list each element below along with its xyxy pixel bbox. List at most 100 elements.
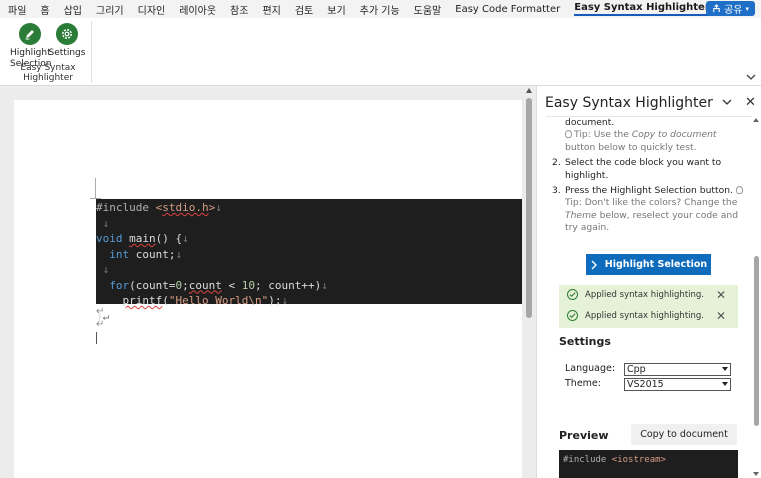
notification-text: Applied syntax highlighting. — [585, 310, 704, 321]
menu-item[interactable]: 도움말 — [414, 2, 442, 17]
scrollbar-thumb[interactable] — [526, 98, 532, 318]
document-scrollbar[interactable] — [525, 86, 533, 478]
scroll-down-arrow-icon[interactable] — [753, 472, 759, 476]
success-notification: Applied syntax highlighting. ✕ — [559, 285, 738, 304]
step3-text: Press the Highlight Selection button. — [565, 185, 749, 198]
code-line: }↵ — [96, 309, 522, 325]
close-icon[interactable]: ✕ — [745, 95, 756, 110]
theme-value: VS2015 — [627, 379, 664, 390]
menu-item[interactable]: 추가 기능 — [360, 2, 400, 17]
menu-item[interactable]: 홈 — [40, 2, 49, 17]
code-token: ( — [162, 294, 169, 307]
lightbulb-icon — [735, 186, 743, 194]
menu-item[interactable]: 참조 — [230, 2, 248, 17]
language-value: Cpp — [627, 364, 646, 375]
menu-bar: 파일 홈 삽입 그리기 디자인 레이아웃 참조 편지 검토 보기 추가 기능 도움말 Easy Code… — [0, 0, 761, 18]
code-token: ↓ — [182, 232, 189, 245]
step1-tail: document. — [565, 117, 615, 128]
code-line: int count;↓ — [96, 247, 522, 263]
highlighter-pen-icon — [19, 23, 41, 45]
document-page[interactable]: #include <stdio.h>↓ ↓ void main() {↓ int … — [14, 100, 522, 478]
language-label: Language: — [565, 363, 616, 374]
highlight-selection-label: Highlight Selection — [604, 259, 708, 270]
menu-item[interactable]: 삽입 — [64, 2, 82, 17]
notification-text: Applied syntax highlighting. — [585, 289, 704, 300]
code-token: < — [221, 278, 242, 292]
code-token: main — [129, 232, 156, 245]
scroll-up-arrow-icon[interactable] — [753, 118, 759, 122]
document-area: #include <stdio.h>↓ ↓ void main() {↓ int … — [0, 86, 536, 478]
margin-mark — [95, 178, 96, 198]
ribbon-group-easy-syntax-highlighter: Highlight Selection Settings Easy Syntax… — [4, 21, 92, 83]
code-token: ↓ — [281, 294, 289, 307]
menu-item[interactable]: 보기 — [327, 2, 345, 17]
step3-tip: Tip: Don't like the colors? Change the T… — [565, 197, 739, 234]
language-select[interactable]: Cpp — [624, 363, 731, 376]
code-token: ↓ — [321, 278, 328, 292]
code-token: ; — [182, 278, 189, 292]
code-line: void main() {↓ — [96, 231, 522, 247]
menu-item[interactable]: 검토 — [295, 2, 313, 17]
dismiss-icon[interactable]: ✕ — [716, 288, 726, 302]
share-button[interactable]: 공유 ▾ — [706, 1, 755, 16]
theme-label: Theme: — [565, 378, 601, 389]
menu-item[interactable]: 파일 — [8, 2, 26, 17]
share-icon — [713, 4, 720, 13]
preview-line-include-target: <iostream> — [611, 455, 666, 465]
settings-ribbon-button[interactable]: Settings — [47, 21, 87, 59]
code-token: for — [109, 278, 130, 292]
highlighted-code-block[interactable]: #include <stdio.h>↓ ↓ void main() {↓ int … — [96, 199, 522, 323]
preview-title: Preview — [559, 429, 609, 442]
paragraph-mark: ↵ — [96, 319, 105, 330]
dismiss-icon[interactable]: ✕ — [716, 309, 726, 323]
code-line: for(count=0;count < 10; count++)↓ — [96, 278, 522, 294]
code-line: ↓ — [96, 216, 522, 232]
step3-number: 3. — [552, 185, 561, 196]
highlight-label-1: Highlight — [10, 48, 51, 58]
menu-item[interactable]: 그리기 — [96, 2, 124, 17]
chevron-right-icon — [591, 260, 597, 269]
preview-line: #include — [563, 455, 612, 465]
paragraph-mark: ↵ — [96, 306, 105, 317]
chevron-down-icon — [722, 367, 728, 371]
menu-item[interactable]: 편지 — [262, 2, 280, 17]
chevron-down-icon — [722, 382, 728, 386]
code-token: stdio.h — [162, 201, 209, 214]
menu-item[interactable]: Easy Syntax Highlighter — [574, 2, 710, 16]
step2-number: 2. — [552, 157, 561, 168]
code-token: 10 — [241, 278, 255, 292]
step2-text: Select the code block you want to highli… — [565, 157, 722, 181]
code-token: #include — [96, 201, 156, 214]
highlight-selection-button[interactable]: Highlight Selection — [586, 254, 711, 275]
share-label: 공유 — [724, 5, 743, 16]
gear-icon — [56, 23, 78, 45]
theme-select[interactable]: VS2015 — [624, 378, 731, 391]
menu-item[interactable]: 디자인 — [138, 2, 166, 17]
pane-scrollbar[interactable] — [752, 116, 760, 478]
ribbon-expand-chevron-icon[interactable] — [745, 71, 757, 83]
code-token: count; — [129, 247, 176, 261]
pane-body: document. Tip: Use the Copy to document … — [546, 116, 752, 478]
code-token: (count= — [129, 278, 176, 292]
step1-tip: Tip: Use the Copy to document button bel… — [565, 129, 717, 153]
code-token: ; count++) — [254, 278, 322, 292]
scroll-up-arrow-icon[interactable] — [526, 88, 532, 93]
code-token: printf — [122, 294, 163, 307]
code-token: ↓ — [215, 201, 222, 214]
code-token: ↓ — [96, 216, 110, 230]
code-token: void — [96, 232, 123, 245]
code-line: ↓ — [96, 262, 522, 278]
menu-item[interactable]: 레이아웃 — [179, 2, 216, 17]
menu-item[interactable]: Easy Code Formatter — [455, 4, 560, 15]
copy-to-document-button[interactable]: Copy to document — [631, 424, 737, 445]
text-caret — [96, 332, 97, 344]
code-token: "Hello World\n" — [168, 294, 269, 307]
scrollbar-thumb[interactable] — [754, 256, 759, 426]
chevron-down-icon[interactable] — [721, 96, 733, 108]
task-pane: Easy Syntax Highlighter ✕ document. Tip:… — [536, 86, 761, 478]
code-line: #include <stdio.h>↓ — [96, 200, 522, 216]
code-token: () { — [155, 232, 183, 245]
preview-code-box: #include <iostream> — [559, 450, 738, 478]
